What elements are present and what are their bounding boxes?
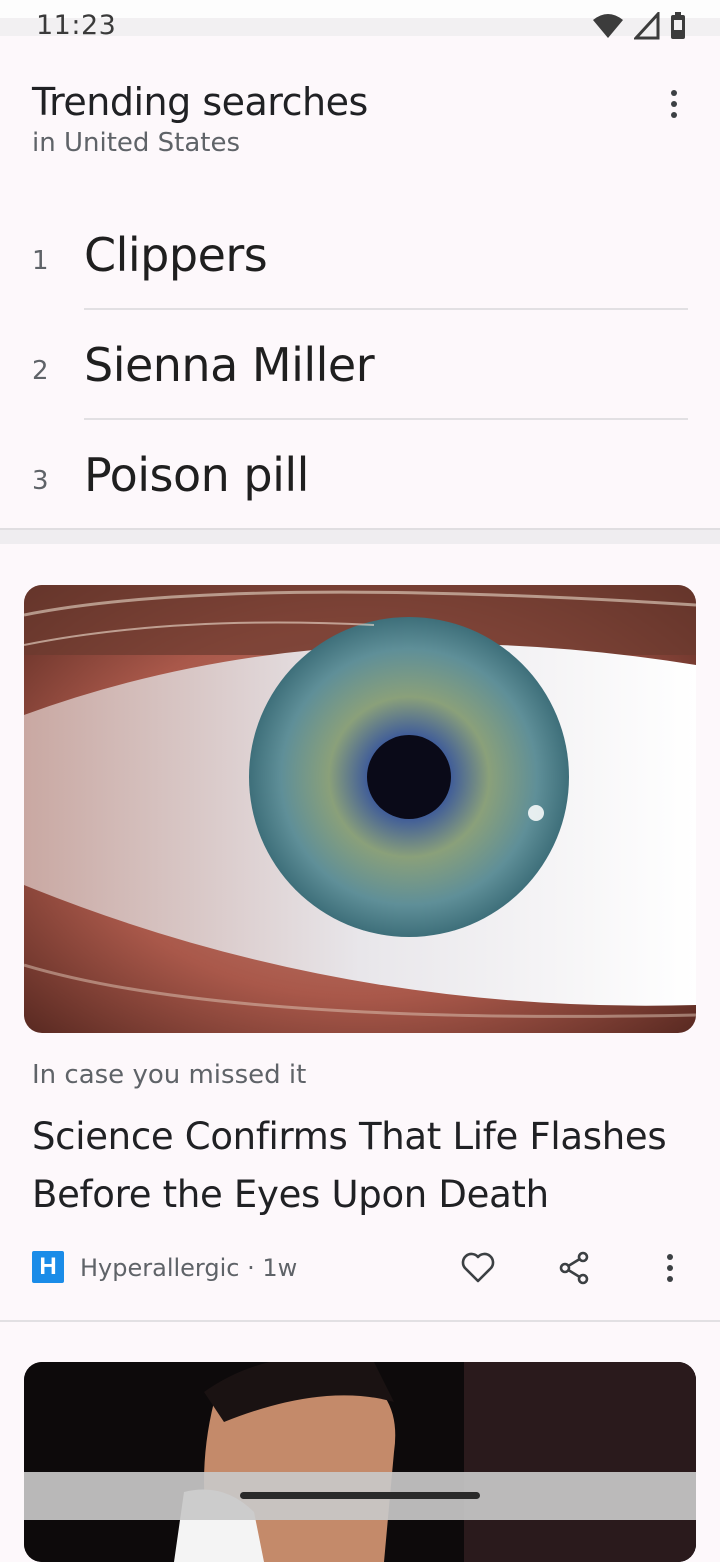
source-logo: H — [32, 1251, 64, 1283]
heart-icon — [461, 1252, 495, 1283]
trending-header: Trending searches in United States — [32, 80, 368, 158]
status-time: 11:23 — [36, 10, 117, 41]
trending-item[interactable]: 3 Poison pill — [0, 420, 720, 530]
article-source: Hyperallergic · 1w — [80, 1254, 298, 1282]
status-bar: 11:23 — [0, 0, 720, 52]
article-image[interactable] — [24, 585, 696, 1033]
trending-label: Clippers — [84, 228, 268, 282]
more-options-icon[interactable] — [662, 86, 686, 122]
trending-rank: 1 — [32, 246, 49, 276]
trending-label: Poison pill — [84, 448, 309, 502]
trending-subtitle: in United States — [32, 128, 241, 158]
section-separator — [0, 528, 720, 544]
trending-title: Trending searches — [32, 80, 368, 124]
wifi-icon — [593, 14, 623, 38]
divider — [0, 1320, 720, 1322]
article-more-icon[interactable] — [650, 1248, 690, 1288]
trending-item[interactable]: 1 Clippers — [0, 200, 720, 310]
share-icon — [559, 1251, 589, 1285]
trending-rank: 3 — [32, 466, 49, 496]
article-category: In case you missed it — [32, 1060, 307, 1090]
status-icons — [592, 12, 686, 40]
trending-label: Sienna Miller — [84, 338, 375, 392]
signal-icon — [634, 12, 660, 40]
article-source-row: H Hyperallergic · 1w — [32, 1248, 688, 1288]
trending-item[interactable]: 2 Sienna Miller — [0, 310, 720, 420]
article-title[interactable]: Science Confirms That Life Flashes Befor… — [32, 1108, 682, 1224]
trending-list: 1 Clippers 2 Sienna Miller 3 Poison pill — [0, 200, 720, 530]
article-image[interactable] — [24, 1362, 696, 1562]
share-button[interactable] — [554, 1248, 594, 1288]
battery-icon — [671, 12, 685, 39]
gesture-handle[interactable] — [240, 1492, 480, 1499]
trending-rank: 2 — [32, 356, 49, 386]
like-button[interactable] — [458, 1248, 498, 1288]
